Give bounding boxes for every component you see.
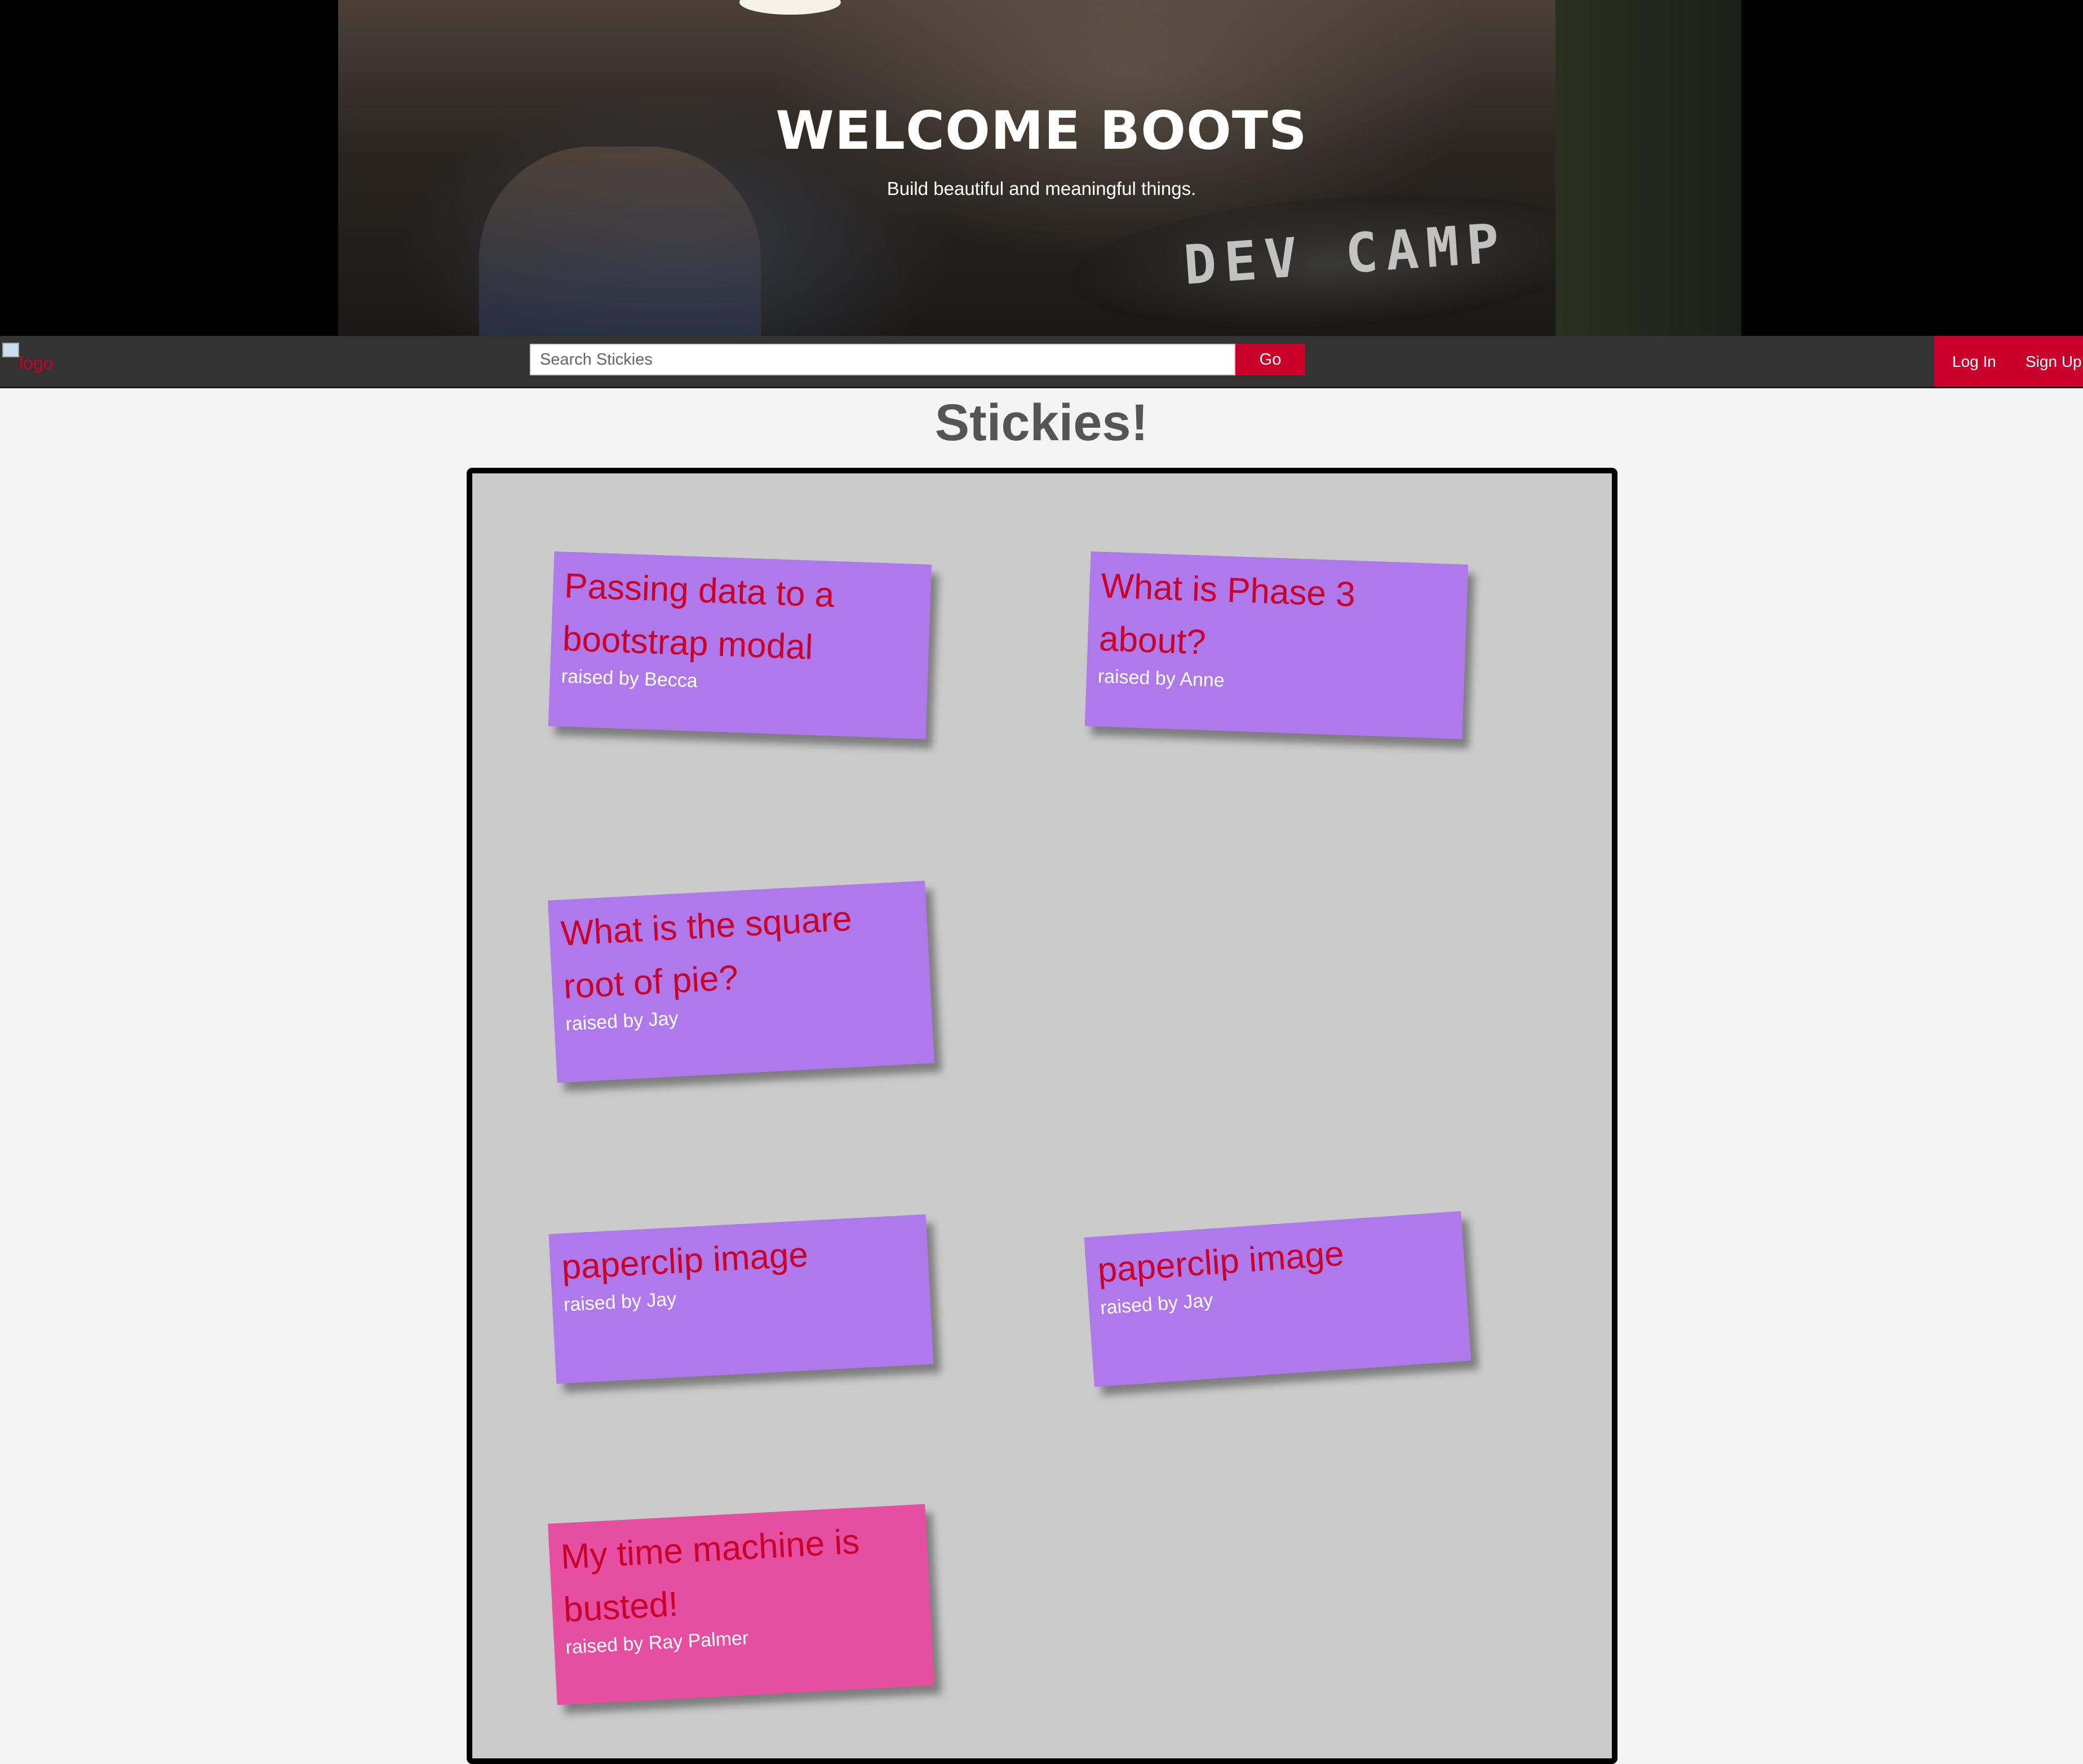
ceiling-light bbox=[739, 0, 841, 15]
hero-subtitle: Build beautiful and meaningful things. bbox=[887, 178, 1196, 199]
hero-background-video: DEV CAMP bbox=[338, 0, 1741, 336]
sticky-note[interactable]: What is Phase 3 about? raised by Anne bbox=[1084, 551, 1469, 739]
sticky-note[interactable]: My time machine is busted! raised by Ray… bbox=[548, 1504, 934, 1705]
sticky-question: What is the square root of pie? bbox=[560, 899, 853, 1007]
sticky-note[interactable]: paperclip image raised by Jay bbox=[548, 1214, 934, 1384]
signup-link[interactable]: Sign Up bbox=[2026, 353, 2082, 371]
sticky-question: What is Phase 3 about? bbox=[1098, 566, 1356, 662]
login-link[interactable]: Log In bbox=[1952, 353, 1996, 371]
hero-person-figure bbox=[479, 147, 761, 336]
logo-alt-text: logo bbox=[19, 353, 54, 373]
sticky-question: Passing data to a bootstrap modal bbox=[562, 566, 835, 667]
hero-title: WELCOME BOOTS bbox=[775, 100, 1308, 162]
sticky-note[interactable]: paperclip image raised by Jay bbox=[1084, 1211, 1472, 1388]
broken-image-icon bbox=[2, 343, 19, 357]
logo-link[interactable]: logo bbox=[2, 343, 64, 376]
search-input[interactable] bbox=[530, 344, 1235, 375]
page-title: Stickies! bbox=[934, 394, 1149, 451]
sticky-note[interactable]: Passing data to a bootstrap modal raised… bbox=[548, 551, 932, 739]
sticky-question: My time machine is busted! bbox=[560, 1522, 861, 1630]
stickies-board: Passing data to a bootstrap modal raised… bbox=[467, 468, 1617, 1764]
sticky-note[interactable]: What is the square root of pie? raised b… bbox=[547, 880, 935, 1083]
go-button[interactable]: Go bbox=[1235, 344, 1305, 375]
hero-wall bbox=[1555, 0, 1741, 336]
hero-banner: DEV CAMP WELCOME BOOTS Build beautiful a… bbox=[0, 0, 2083, 336]
